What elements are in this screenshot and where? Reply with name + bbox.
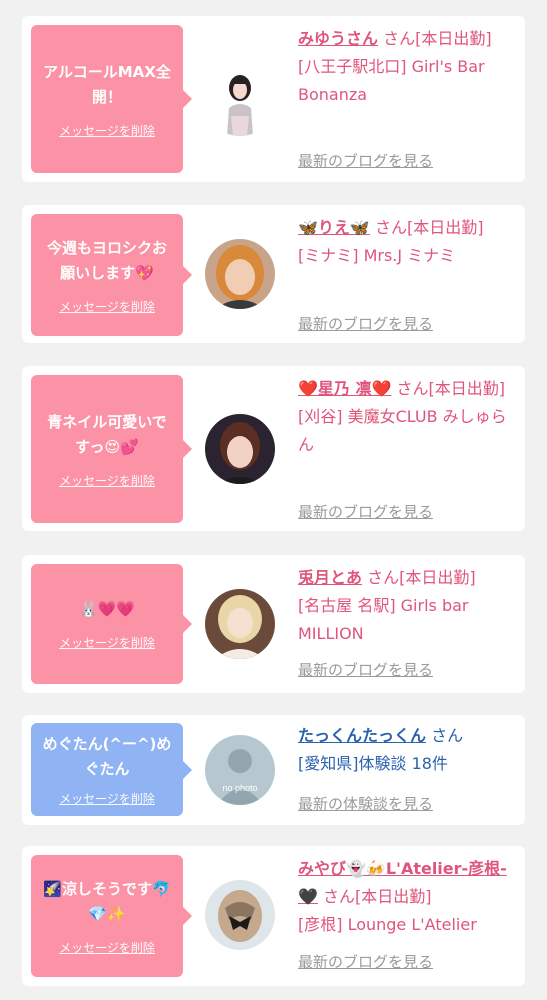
- cast-name-link[interactable]: みゆうさん: [298, 29, 378, 48]
- delete-message-link[interactable]: メッセージを削除: [59, 634, 155, 651]
- message-card: 今週もヨロシクお願いします💖 メッセージを削除 🦋りえ🦋 さん[本日出勤] [ミ…: [22, 205, 525, 343]
- avatar[interactable]: [205, 66, 275, 136]
- woman-photo-icon: [205, 880, 275, 950]
- latest-blog-link[interactable]: 最新のブログを見る: [298, 313, 433, 334]
- shop-name: [彦根] Lounge L'Atelier: [298, 915, 477, 934]
- message-text: アルコールMAX全開！: [43, 62, 171, 106]
- avatar[interactable]: [205, 880, 275, 950]
- cast-name-link[interactable]: 兎月とあ: [298, 568, 362, 587]
- honorific: さん: [323, 887, 356, 906]
- honorific: さん: [383, 29, 416, 48]
- cast-info: ❤️星乃 凛❤️ さん[本日出勤] [刈谷] 美魔女CLUB みしゅらん: [298, 375, 518, 459]
- work-status: [本日出勤]: [406, 218, 484, 237]
- cast-info: みやび👻🍻L'Atelier-彦根-🖤 さん[本日出勤] [彦根] Lounge…: [298, 855, 518, 939]
- message-bubble: 🌠涼しそうです🐬💎✨ メッセージを削除: [31, 855, 192, 977]
- woman-photo-icon: [205, 589, 275, 659]
- no-photo-icon: no photo: [205, 735, 275, 805]
- cast-name-link[interactable]: 🦋りえ🦋: [298, 218, 370, 237]
- latest-blog-link[interactable]: 最新のブログを見る: [298, 659, 433, 680]
- cast-info: たっくんたっくん さん [愛知県]体験談 18件: [298, 722, 518, 778]
- honorific: さん: [367, 568, 400, 587]
- message-text: 🐰💗💗: [78, 600, 136, 618]
- delete-message-link[interactable]: メッセージを削除: [59, 298, 155, 315]
- latest-blog-link[interactable]: 最新のブログを見る: [298, 501, 433, 522]
- review-info: [愛知県]体験談 18件: [298, 754, 448, 773]
- work-status: [本日出勤]: [399, 568, 476, 587]
- message-card: 🌠涼しそうです🐬💎✨ メッセージを削除 みやび👻🍻L'Atelier-彦根-🖤 …: [22, 846, 525, 986]
- message-text: めぐたん(^ー^)めぐたん: [42, 735, 172, 778]
- latest-review-link[interactable]: 最新の体験談を見る: [298, 793, 433, 814]
- message-bubble: 青ネイル可愛いですっ😍💕 メッセージを削除: [31, 375, 192, 523]
- honorific: さん: [431, 726, 464, 745]
- cast-info: 🦋りえ🦋 さん[本日出勤] [ミナミ] Mrs.J ミナミ: [298, 214, 518, 270]
- shop-name: [ミナミ] Mrs.J ミナミ: [298, 246, 456, 265]
- shop-name: [八王子駅北口] Girl's Bar Bonanza: [298, 57, 485, 104]
- avatar[interactable]: no photo: [205, 735, 275, 805]
- shop-name: [名古屋 名駅] Girls bar MILLION: [298, 596, 469, 643]
- shop-name: [刈谷] 美魔女CLUB みしゅらん: [298, 407, 507, 454]
- work-status: [本日出勤]: [415, 29, 492, 48]
- woman-photo-icon: [205, 239, 275, 309]
- message-bubble: 今週もヨロシクお願いします💖 メッセージを削除: [31, 214, 192, 336]
- delete-message-link[interactable]: メッセージを削除: [59, 122, 155, 139]
- message-bubble: アルコールMAX全開！ メッセージを削除: [31, 25, 192, 173]
- latest-blog-link[interactable]: 最新のブログを見る: [298, 951, 433, 972]
- delete-message-link[interactable]: メッセージを削除: [59, 939, 155, 956]
- message-bubble: めぐたん(^ー^)めぐたん メッセージを削除: [31, 723, 192, 816]
- message-bubble: 🐰💗💗 メッセージを削除: [31, 564, 192, 684]
- latest-blog-link[interactable]: 最新のブログを見る: [298, 150, 433, 171]
- no-photo-text: no photo: [222, 783, 257, 793]
- cast-info: みゆうさん さん[本日出勤] [八王子駅北口] Girl's Bar Bonan…: [298, 25, 518, 109]
- work-status: [本日出勤]: [428, 379, 506, 398]
- message-card: めぐたん(^ー^)めぐたん メッセージを削除 no photo たっくんたっくん…: [22, 715, 525, 825]
- woman-photo-icon: [205, 66, 275, 136]
- honorific: さん: [374, 218, 407, 237]
- honorific: さん: [396, 379, 429, 398]
- message-text: 青ネイル可愛いですっ😍💕: [47, 412, 167, 456]
- work-status: [本日出勤]: [355, 887, 432, 906]
- cast-info: 兎月とあ さん[本日出勤] [名古屋 名駅] Girls bar MILLION: [298, 564, 518, 648]
- message-card: アルコールMAX全開！ メッセージを削除 みゆうさん さん[本日出勤] [八王子…: [22, 16, 525, 182]
- delete-message-link[interactable]: メッセージを削除: [59, 790, 155, 807]
- cast-name-link[interactable]: ❤️星乃 凛❤️: [298, 379, 391, 398]
- delete-message-link[interactable]: メッセージを削除: [59, 472, 155, 489]
- woman-photo-icon: [205, 414, 275, 484]
- message-text: 🌠涼しそうです🐬💎✨: [43, 879, 171, 923]
- user-name-link[interactable]: たっくんたっくん: [298, 726, 426, 745]
- avatar[interactable]: [205, 414, 275, 484]
- message-card: 🐰💗💗 メッセージを削除 兎月とあ さん[本日出勤] [名古屋 名駅] Girl…: [22, 555, 525, 693]
- avatar[interactable]: [205, 589, 275, 659]
- avatar[interactable]: [205, 239, 275, 309]
- message-text: 今週もヨロシクお願いします💖: [46, 238, 167, 282]
- message-card: 青ネイル可愛いですっ😍💕 メッセージを削除 ❤️星乃 凛❤️ さん[本日出勤] …: [22, 366, 525, 531]
